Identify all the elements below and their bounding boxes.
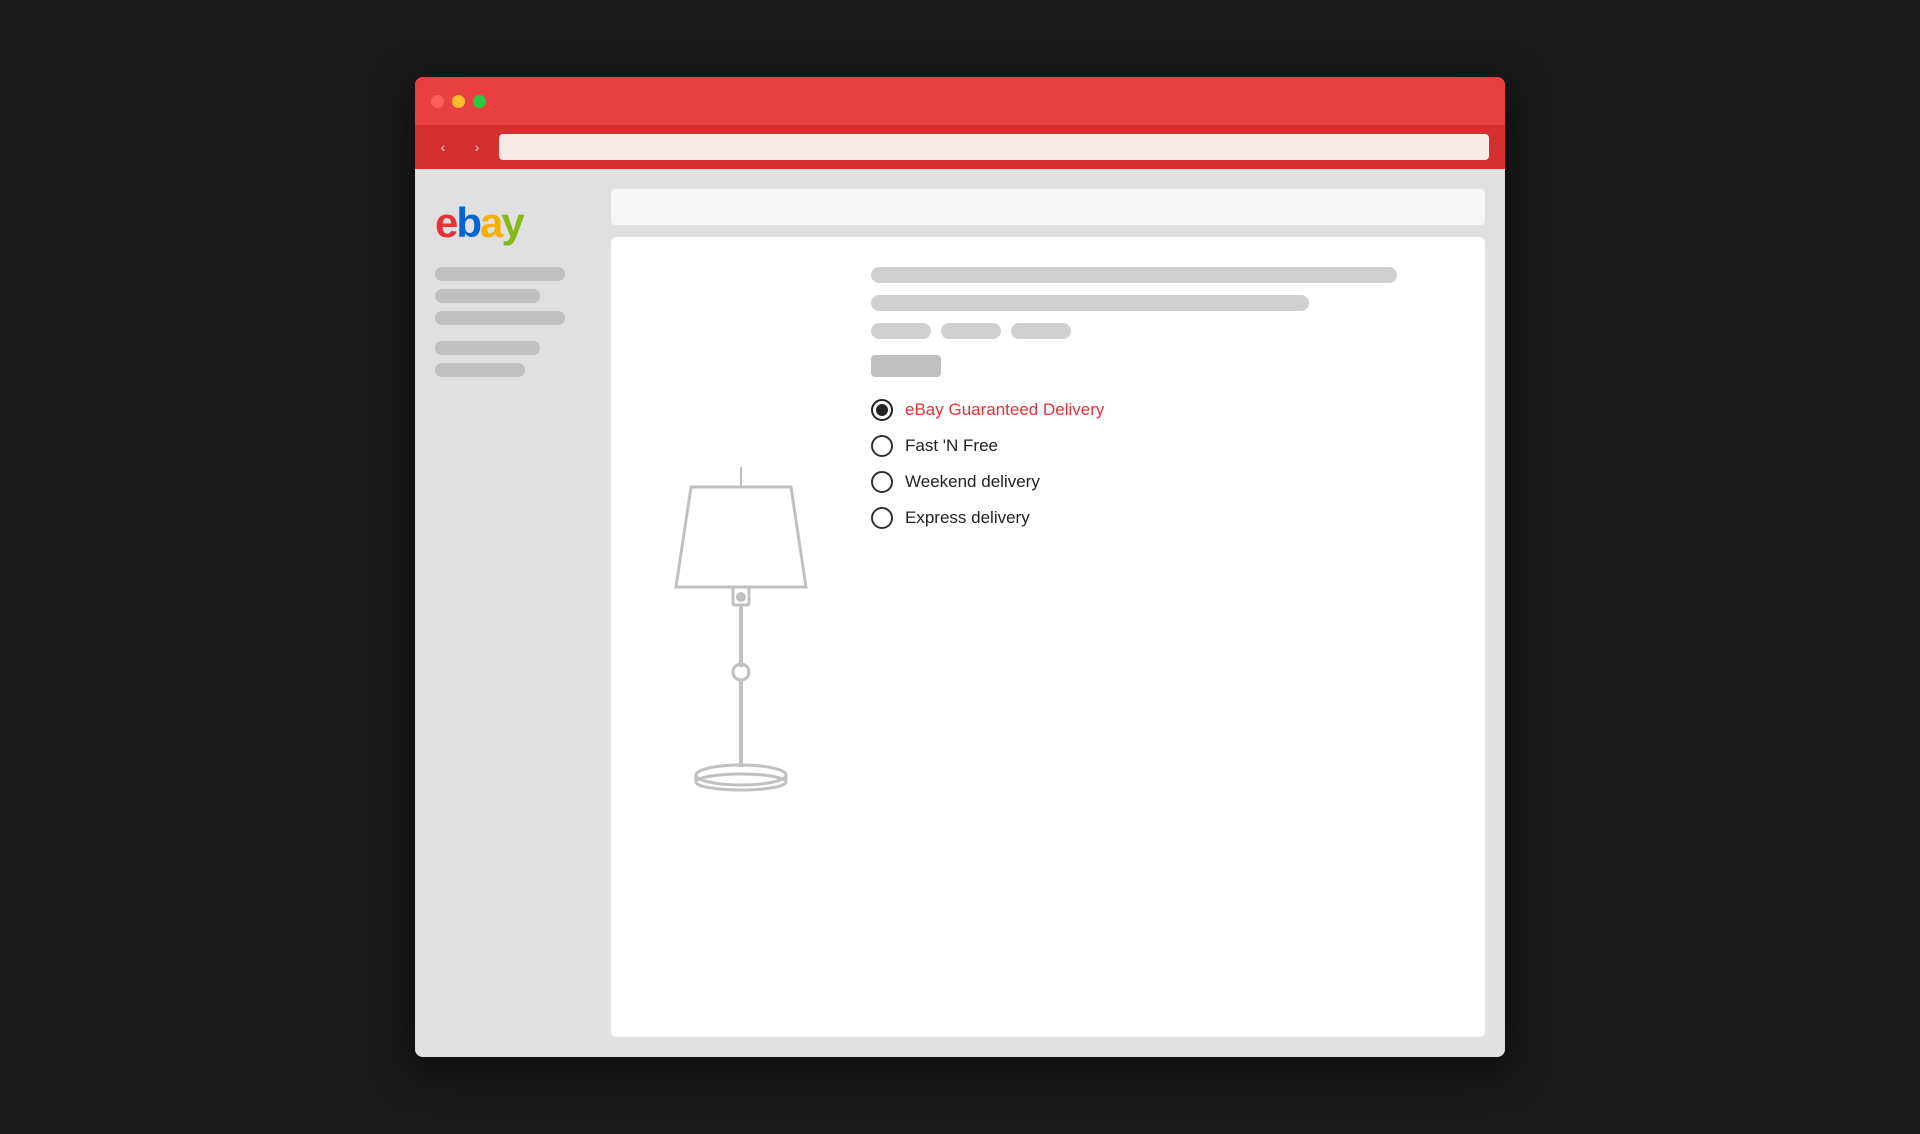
radio-weekend[interactable] bbox=[871, 471, 893, 493]
sidebar-bar bbox=[435, 363, 525, 377]
sidebar-bar bbox=[435, 289, 540, 303]
logo-y: y bbox=[501, 199, 522, 246]
delivery-label-guaranteed: eBay Guaranteed Delivery bbox=[905, 400, 1104, 420]
sidebar-bar bbox=[435, 311, 565, 325]
address-bar[interactable] bbox=[499, 134, 1489, 160]
sidebar-bar bbox=[435, 341, 540, 355]
radio-guaranteed[interactable] bbox=[871, 399, 893, 421]
logo-b: b bbox=[456, 199, 480, 246]
logo-e: e bbox=[435, 199, 456, 246]
product-title-bar-1 bbox=[871, 267, 1397, 283]
product-details: eBay Guaranteed Delivery Fast 'N Free We… bbox=[871, 267, 1455, 1007]
logo-a: a bbox=[480, 199, 501, 246]
sidebar-group-2 bbox=[435, 341, 595, 377]
product-tags-row bbox=[871, 323, 1455, 339]
product-price bbox=[871, 355, 941, 377]
browser-window: ‹ › ebay bbox=[415, 77, 1505, 1057]
delivery-option-express[interactable]: Express delivery bbox=[871, 507, 1455, 529]
maximize-button[interactable] bbox=[473, 95, 486, 108]
sidebar-bar bbox=[435, 267, 565, 281]
forward-button[interactable]: › bbox=[465, 135, 489, 159]
sidebar: ebay bbox=[435, 189, 595, 1037]
product-tag-1 bbox=[871, 323, 931, 339]
delivery-option-fastnfree[interactable]: Fast 'N Free bbox=[871, 435, 1455, 457]
delivery-label-fastnfree: Fast 'N Free bbox=[905, 436, 998, 456]
nav-bar: ‹ › bbox=[415, 125, 1505, 169]
main-content: eBay Guaranteed Delivery Fast 'N Free We… bbox=[611, 189, 1485, 1037]
minimize-button[interactable] bbox=[452, 95, 465, 108]
ebay-logo: ebay bbox=[435, 199, 595, 247]
delivery-option-weekend[interactable]: Weekend delivery bbox=[871, 471, 1455, 493]
product-title-bar-2 bbox=[871, 295, 1309, 311]
title-bar bbox=[415, 77, 1505, 125]
product-tag-3 bbox=[1011, 323, 1071, 339]
browser-content: ebay bbox=[415, 169, 1505, 1057]
radio-fastnfree[interactable] bbox=[871, 435, 893, 457]
lamp-illustration bbox=[641, 267, 841, 1007]
product-card: eBay Guaranteed Delivery Fast 'N Free We… bbox=[611, 237, 1485, 1037]
radio-express[interactable] bbox=[871, 507, 893, 529]
search-bar[interactable] bbox=[611, 189, 1485, 225]
product-tag-2 bbox=[941, 323, 1001, 339]
sidebar-group-1 bbox=[435, 267, 595, 325]
delivery-label-weekend: Weekend delivery bbox=[905, 472, 1040, 492]
delivery-options: eBay Guaranteed Delivery Fast 'N Free We… bbox=[871, 399, 1455, 529]
delivery-label-express: Express delivery bbox=[905, 508, 1030, 528]
close-button[interactable] bbox=[431, 95, 444, 108]
back-button[interactable]: ‹ bbox=[431, 135, 455, 159]
delivery-option-guaranteed[interactable]: eBay Guaranteed Delivery bbox=[871, 399, 1455, 421]
